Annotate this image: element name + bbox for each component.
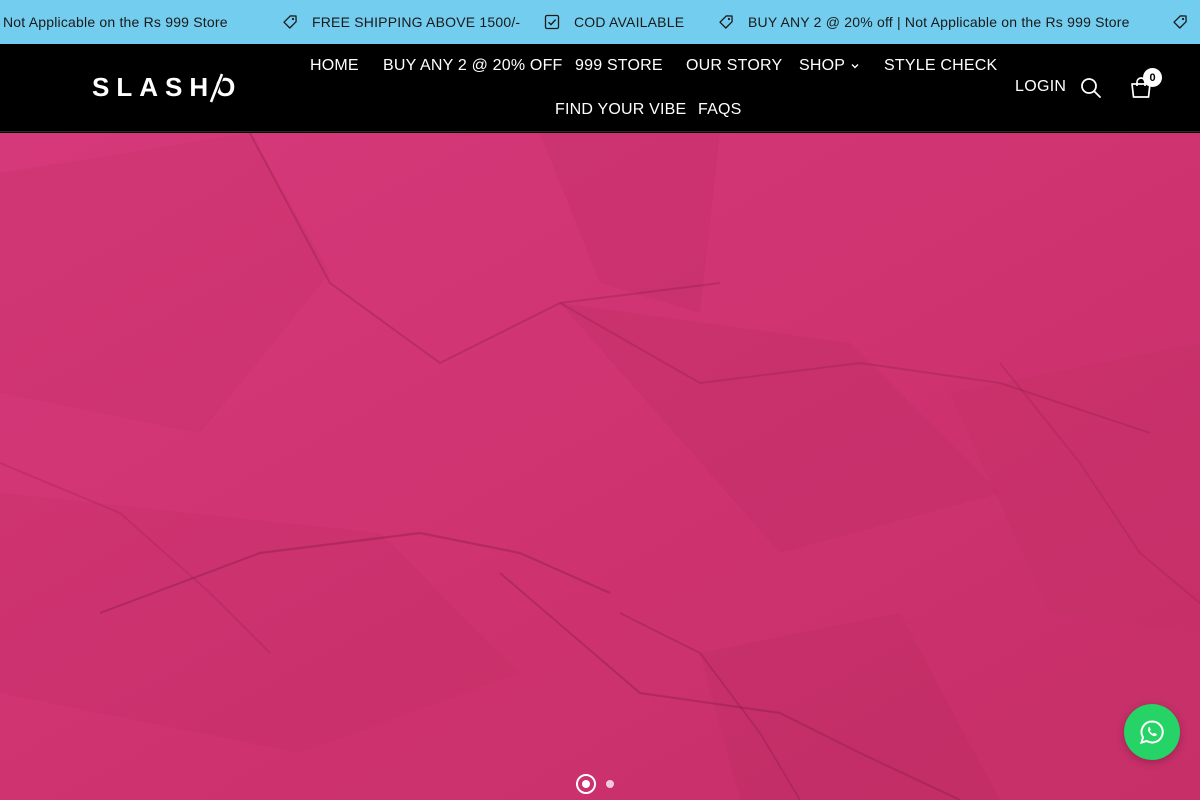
nav-home[interactable]: HOME xyxy=(310,57,359,75)
logo-wordmark: SLASHO xyxy=(92,73,235,103)
slideshow-pagination xyxy=(576,773,614,795)
brand-logo[interactable]: SLASHO xyxy=(92,73,250,103)
nav-shop[interactable]: SHOP xyxy=(799,57,859,75)
login-link[interactable]: LOGIN xyxy=(1015,78,1066,96)
announcement-item xyxy=(1172,0,1200,44)
whatsapp-chat-button[interactable] xyxy=(1124,704,1180,760)
announcement-item: Not Applicable on the Rs 999 Store xyxy=(3,0,228,44)
announcement-text: Not Applicable on the Rs 999 Store xyxy=(3,14,228,30)
nav-find-your-vibe[interactable]: FIND YOUR VIBE xyxy=(555,101,686,119)
announcement-text: COD AVAILABLE xyxy=(574,14,685,30)
hero-background-image xyxy=(0,133,1200,800)
nav-buy-any-2[interactable]: BUY ANY 2 @ 20% OFF xyxy=(383,57,563,75)
nav-faqs[interactable]: FAQS xyxy=(698,101,741,119)
slide-dot-active[interactable] xyxy=(576,774,596,794)
hero-slideshow xyxy=(0,133,1200,800)
nav-shop-label: SHOP xyxy=(799,57,846,74)
nav-style-check[interactable]: STYLE CHECK xyxy=(884,57,997,75)
announcement-text: BUY ANY 2 @ 20% off | Not Applicable on … xyxy=(748,14,1130,30)
nav-our-story[interactable]: OUR STORY xyxy=(686,57,782,75)
cart-count-badge: 0 xyxy=(1143,68,1162,87)
tag-icon xyxy=(718,14,734,30)
slide-dot[interactable] xyxy=(606,780,614,788)
announcement-item: BUY ANY 2 @ 20% off | Not Applicable on … xyxy=(718,0,1130,44)
announcement-item: COD AVAILABLE xyxy=(544,0,684,44)
chevron-down-icon xyxy=(851,63,859,69)
checkbox-icon xyxy=(544,14,560,30)
site-header: SLASHO HOME BUY ANY 2 @ 20% OFF 999 STOR… xyxy=(0,44,1200,132)
whatsapp-icon xyxy=(1140,720,1164,744)
nav-999-store[interactable]: 999 STORE xyxy=(575,57,663,75)
announcement-text: FREE SHIPPING ABOVE 1500/- xyxy=(312,14,521,30)
search-icon[interactable] xyxy=(1080,77,1102,99)
tag-icon xyxy=(282,14,298,30)
announcement-bar: Not Applicable on the Rs 999 Store FREE … xyxy=(0,0,1200,44)
announcement-item: FREE SHIPPING ABOVE 1500/- xyxy=(282,0,520,44)
tag-icon xyxy=(1172,14,1188,30)
